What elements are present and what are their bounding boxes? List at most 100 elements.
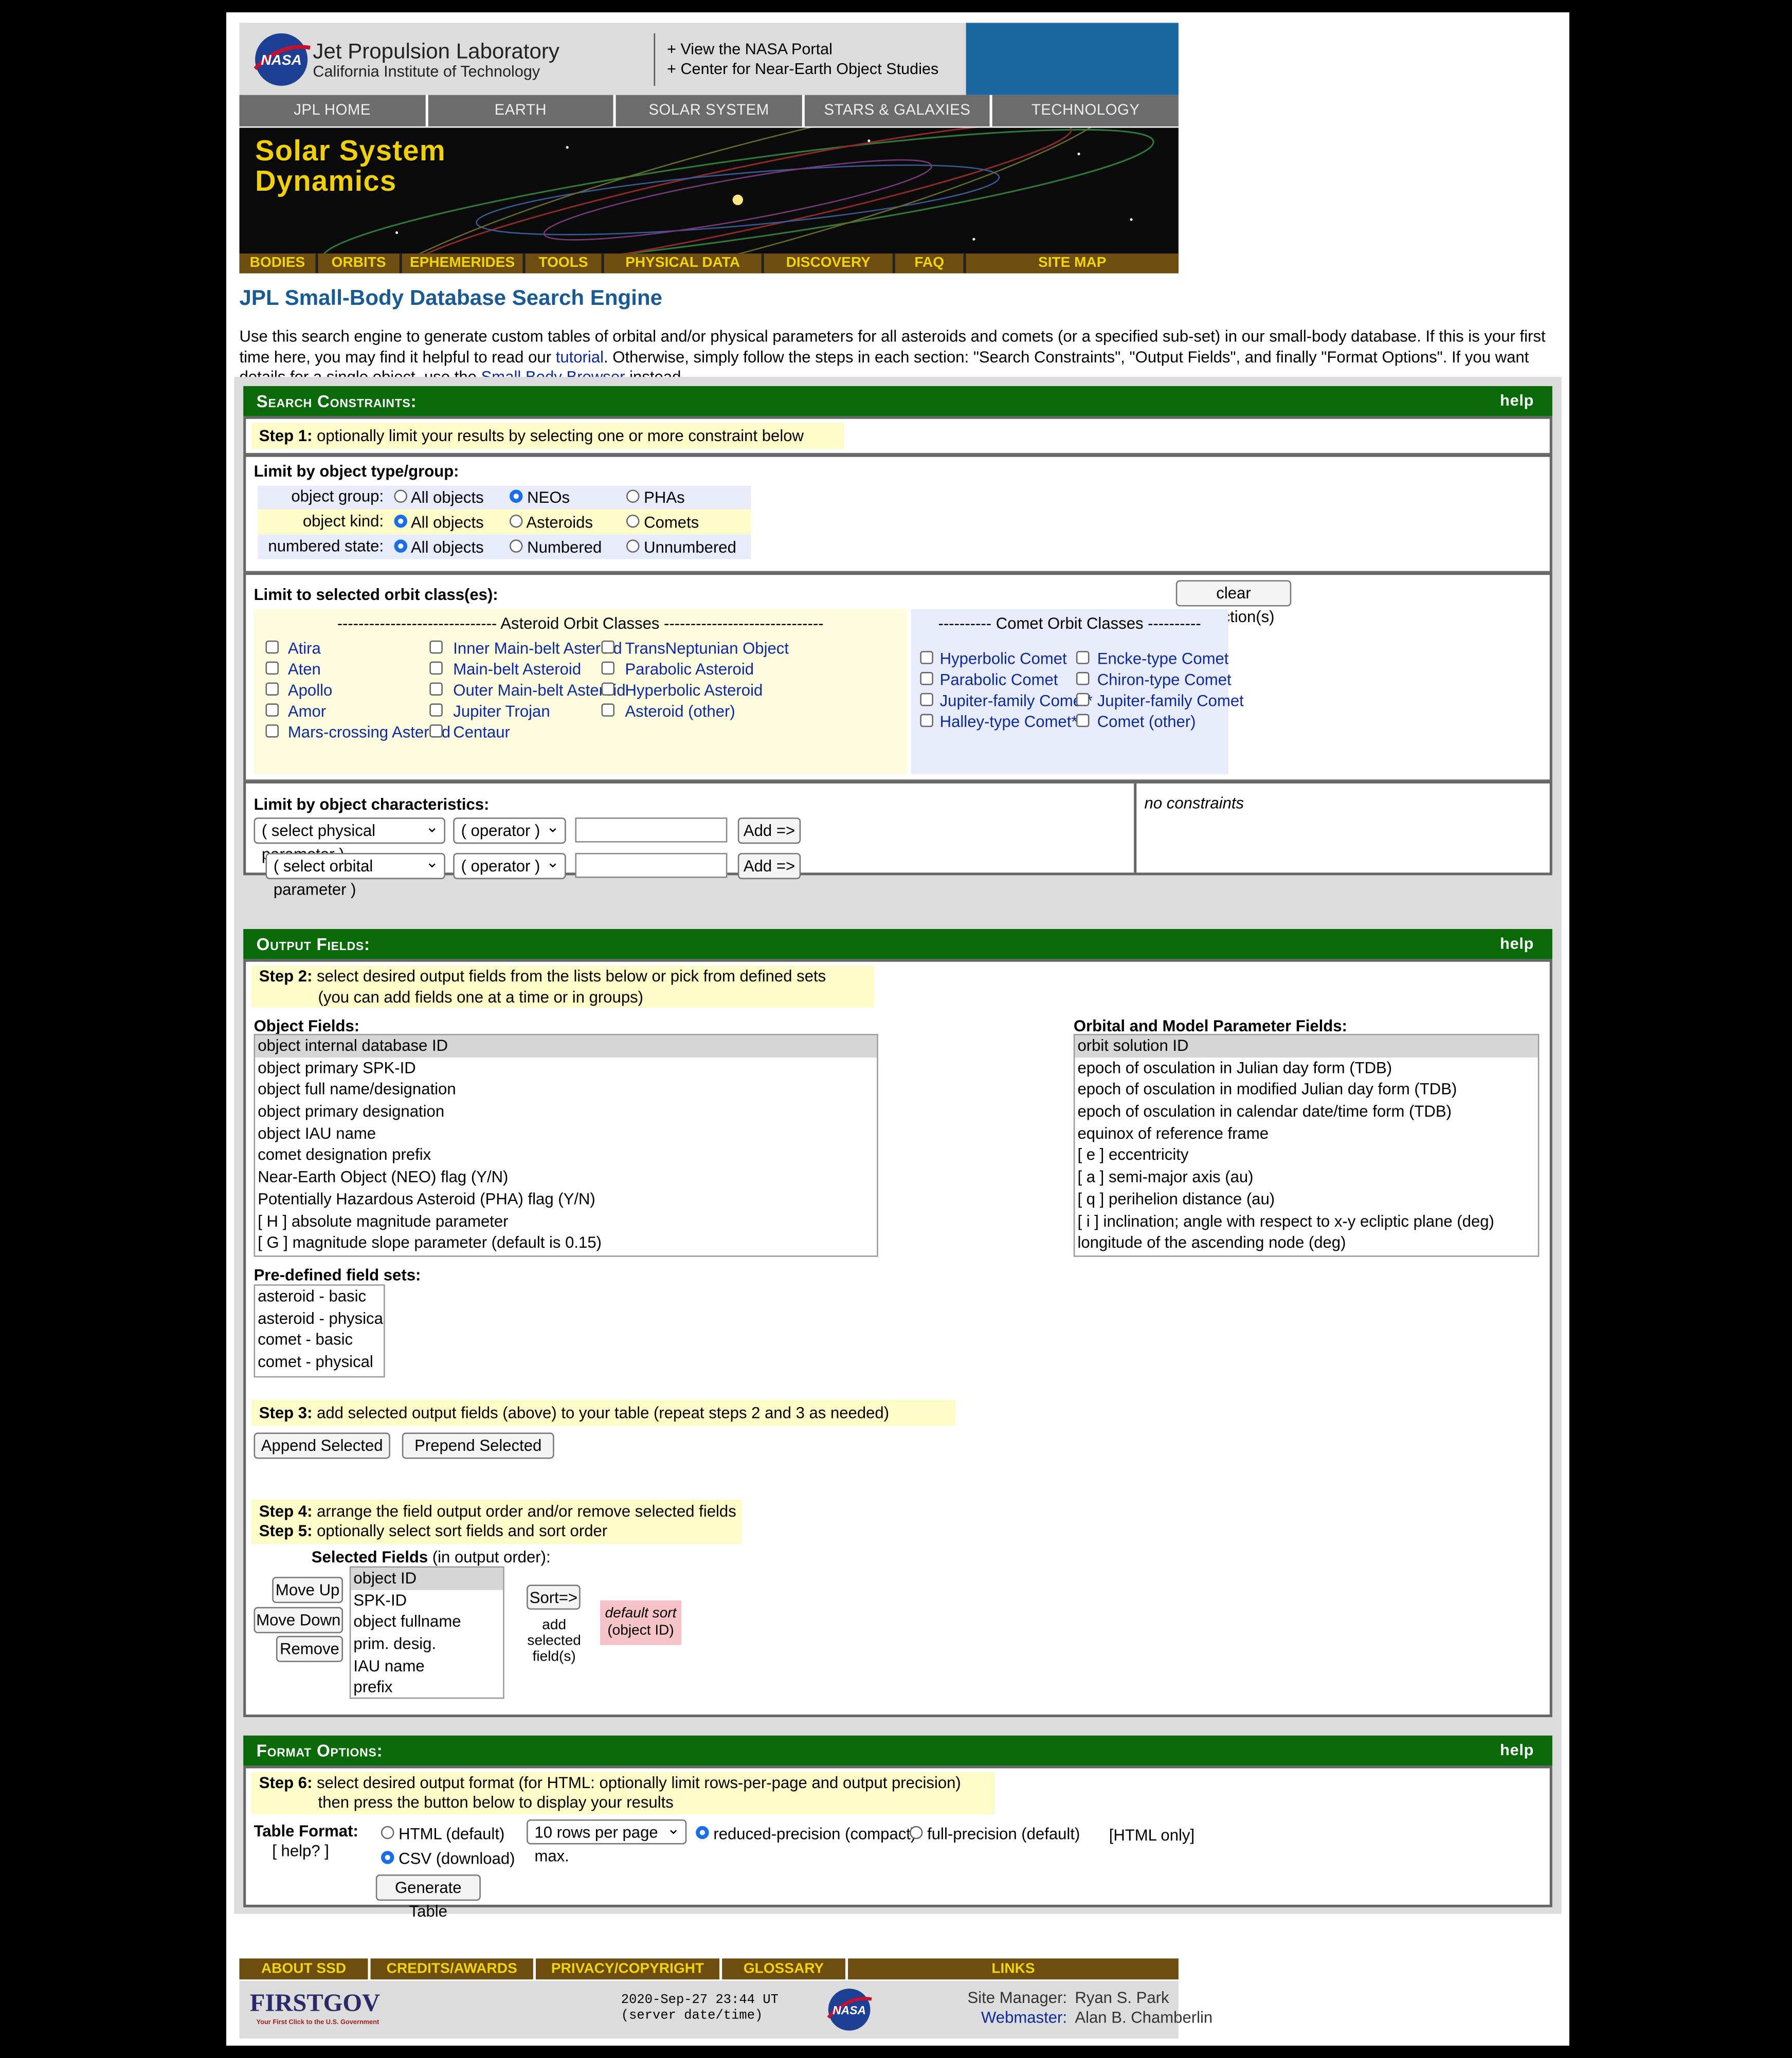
list-item[interactable]: [ a ] semi-major axis (au): [1075, 1167, 1537, 1189]
ssd-nav-item[interactable]: BODIES: [239, 253, 316, 274]
radio-selected-icon[interactable]: [509, 489, 523, 503]
list-item[interactable]: object internal database ID: [255, 1035, 877, 1058]
generate-table-button[interactable]: Generate Table: [375, 1874, 481, 1920]
list-item[interactable]: epoch of osculation in modified Julian d…: [1075, 1079, 1537, 1101]
orbit-class-tno[interactable]: TransNeptunian Object: [625, 639, 789, 659]
list-item[interactable]: epoch of osculation in calendar date/tim…: [1075, 1101, 1537, 1123]
list-item[interactable]: object fullname: [351, 1611, 503, 1633]
append-selected-button[interactable]: Append Selected: [254, 1432, 390, 1459]
list-item[interactable]: object primary designation: [255, 1101, 877, 1123]
clear-selections-button[interactable]: clear selection(s): [1175, 580, 1292, 626]
radio-icon[interactable]: [509, 514, 523, 528]
orbit-class-jupiter-trojan[interactable]: Jupiter Trojan: [453, 702, 550, 722]
prepend-selected-button[interactable]: Prepend Selected: [402, 1432, 554, 1459]
list-item[interactable]: IAU name: [351, 1655, 503, 1678]
numbered-radio[interactable]: Numbered: [509, 538, 602, 558]
nasa-portal-link[interactable]: + View the NASA Portal: [667, 40, 832, 60]
orbit-class-chiron-type[interactable]: Chiron-type Comet: [1097, 671, 1232, 691]
list-item[interactable]: longitude of the ascending node (deg): [1075, 1232, 1537, 1254]
group-all-radio[interactable]: All objects: [394, 488, 484, 508]
orbit-class-aten[interactable]: Aten: [288, 660, 321, 680]
physical-operator-select[interactable]: ( operator ): [453, 815, 566, 844]
radio-selected-icon[interactable]: [696, 1826, 709, 1840]
list-item[interactable]: [ e ] eccentricity: [1075, 1144, 1537, 1167]
physical-value-input[interactable]: [575, 817, 728, 843]
top-nav-item[interactable]: STARS & GALAXIES: [804, 95, 990, 126]
list-item[interactable]: comet - physical: [255, 1352, 384, 1374]
orbit-class-mars-crossing[interactable]: Mars-crossing Asteroid: [288, 723, 450, 743]
table-format-help-link[interactable]: [ help? ]: [272, 1842, 329, 1862]
list-item[interactable]: [ i ] inclination; angle with respect to…: [1075, 1210, 1537, 1232]
checkbox-icon[interactable]: [429, 682, 443, 696]
rows-per-page-select[interactable]: 10 rows per page max.: [527, 1817, 687, 1865]
radio-selected-icon[interactable]: [394, 514, 408, 528]
list-item[interactable]: object ID: [351, 1568, 503, 1590]
checkbox-icon[interactable]: [265, 724, 279, 738]
orbit-class-jfc-star[interactable]: Jupiter-family Comet*: [940, 691, 1093, 712]
orbital-parameter-select[interactable]: ( select orbital parameter ): [265, 850, 445, 899]
orbit-class-asteroid-other[interactable]: Asteroid (other): [625, 702, 735, 722]
radio-icon[interactable]: [509, 539, 523, 553]
orbit-class-centaur[interactable]: Centaur: [453, 723, 510, 743]
list-item[interactable]: asteroid - physical: [255, 1307, 384, 1329]
jpl-title[interactable]: Jet Propulsion Laboratory: [313, 39, 559, 66]
radio-icon[interactable]: [909, 1826, 923, 1840]
list-item[interactable]: [ G ] magnitude slope parameter (default…: [255, 1232, 877, 1254]
list-item[interactable]: [ q ] perihelion distance (au): [1075, 1189, 1537, 1211]
html-format-radio[interactable]: HTML (default): [381, 1825, 504, 1845]
checkbox-icon[interactable]: [265, 661, 279, 675]
predefined-sets-list[interactable]: asteroid - basic asteroid - physical com…: [254, 1284, 385, 1378]
ssd-nav-item[interactable]: FAQ: [895, 253, 964, 274]
ssd-nav-item[interactable]: TOOLS: [525, 253, 602, 274]
checkbox-icon[interactable]: [1076, 651, 1090, 664]
checkbox-icon[interactable]: [601, 682, 615, 696]
reduced-precision-radio[interactable]: reduced-precision (compact): [696, 1825, 916, 1845]
list-item[interactable]: prefix: [351, 1677, 503, 1698]
checkbox-icon[interactable]: [920, 672, 933, 685]
checkbox-icon[interactable]: [601, 640, 615, 654]
selected-fields-list[interactable]: object ID SPK-ID object fullname prim. d…: [349, 1566, 504, 1699]
list-item[interactable]: object full name/designation: [255, 1079, 877, 1101]
checkbox-icon[interactable]: [429, 724, 443, 738]
webmaster-link[interactable]: Webmaster:: [910, 2008, 1067, 2028]
checkbox-icon[interactable]: [429, 661, 443, 675]
orbit-class-parabolic-comet[interactable]: Parabolic Comet: [940, 671, 1058, 691]
help-link[interactable]: help: [1500, 386, 1534, 416]
top-nav-item[interactable]: SOLAR SYSTEM: [616, 95, 802, 126]
top-nav-item[interactable]: TECHNOLOGY: [992, 95, 1179, 126]
top-nav-item[interactable]: EARTH: [427, 95, 613, 126]
orbit-class-parabolic-asteroid[interactable]: Parabolic Asteroid: [625, 660, 754, 680]
unnumbered-radio[interactable]: Unnumbered: [626, 538, 736, 558]
orbit-class-encke-type[interactable]: Encke-type Comet: [1097, 650, 1229, 670]
firstgov-logo[interactable]: FIRSTGOV: [250, 1989, 380, 2020]
kind-comets-radio[interactable]: Comets: [626, 513, 699, 533]
ssd-nav-item[interactable]: SITE MAP: [966, 253, 1179, 274]
orbit-class-amor[interactable]: Amor: [288, 702, 326, 722]
radio-icon[interactable]: [626, 489, 640, 503]
orbit-class-hyperbolic-comet[interactable]: Hyperbolic Comet: [940, 650, 1067, 670]
orbit-class-halley-type[interactable]: Halley-type Comet*: [940, 713, 1078, 733]
list-item[interactable]: prim. desig.: [351, 1633, 503, 1655]
checkbox-icon[interactable]: [265, 703, 279, 717]
kind-all-radio[interactable]: All objects: [394, 513, 484, 533]
list-item[interactable]: [ H ] absolute magnitude parameter: [255, 1210, 877, 1232]
checkbox-icon[interactable]: [601, 661, 615, 675]
orbit-class-outer-main-belt[interactable]: Outer Main-belt Asteroid: [453, 681, 625, 701]
checkbox-icon[interactable]: [265, 640, 279, 654]
checkbox-icon[interactable]: [1076, 714, 1090, 727]
group-phas-radio[interactable]: PHAs: [626, 488, 685, 508]
list-item[interactable]: equinox of reference frame: [1075, 1123, 1537, 1145]
checkbox-icon[interactable]: [920, 693, 933, 706]
radio-icon[interactable]: [626, 539, 640, 553]
nasa-logo-icon[interactable]: NASA: [250, 29, 316, 89]
list-item[interactable]: Potentially Hazardous Asteroid (PHA) fla…: [255, 1189, 877, 1211]
checkbox-icon[interactable]: [265, 682, 279, 696]
orbit-class-main-belt[interactable]: Main-belt Asteroid: [453, 660, 581, 680]
group-neos-radio[interactable]: NEOs: [509, 488, 570, 508]
orbital-value-input[interactable]: [575, 853, 728, 878]
checkbox-icon[interactable]: [429, 703, 443, 717]
orbit-class-inner-main-belt[interactable]: Inner Main-belt Asteroid: [453, 639, 622, 659]
footer-nav-item[interactable]: GLOSSARY: [722, 1958, 845, 1980]
ssd-nav-item[interactable]: EPHEMERIDES: [402, 253, 523, 274]
checkbox-icon[interactable]: [601, 703, 615, 717]
